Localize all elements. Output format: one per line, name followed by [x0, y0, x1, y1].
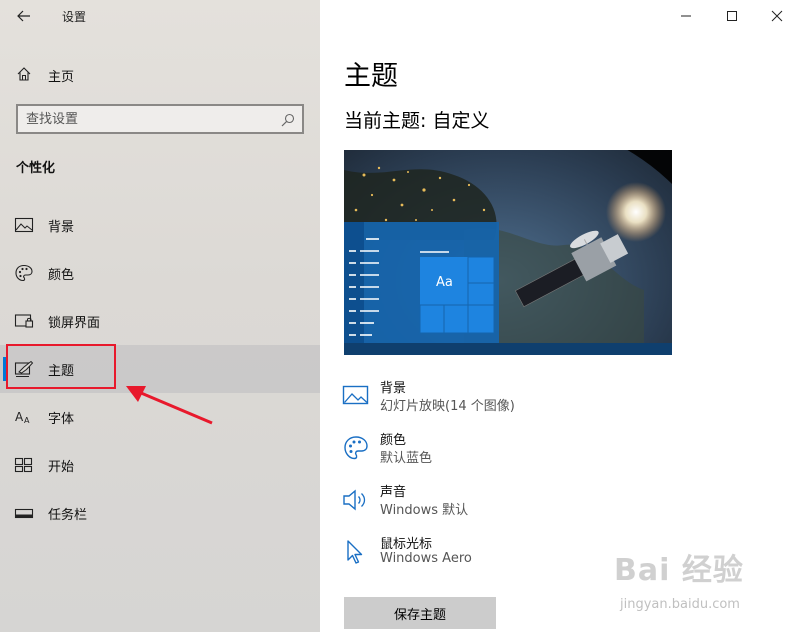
picture-icon	[342, 385, 369, 405]
svg-text:A: A	[15, 410, 24, 424]
theme-option-background[interactable]: 背景 幻灯片放映(14 个图像)	[342, 377, 762, 421]
sidebar-item-themes[interactable]: 主题	[0, 345, 320, 393]
page-title: 主题	[344, 61, 398, 92]
maximize-button[interactable]	[709, 0, 755, 32]
theme-option-mouse-cursor[interactable]: 鼠标光标 Windows Aero	[342, 533, 762, 577]
title-bar: 设置	[0, 0, 320, 32]
minimize-button[interactable]	[663, 0, 709, 32]
theme-option-colors[interactable]: 颜色 默认蓝色	[342, 429, 762, 473]
sidebar-item-start[interactable]: 开始	[0, 445, 320, 485]
theme-preview[interactable]: Aa	[344, 150, 672, 355]
option-value: 幻灯片放映(14 个图像)	[380, 399, 515, 414]
sidebar-item-label: 颜色	[48, 268, 75, 283]
sidebar-item-label: 字体	[48, 412, 75, 427]
sidebar-item-label: 背景	[48, 220, 75, 235]
section-title: 个性化	[16, 161, 56, 176]
option-value: Windows 默认	[380, 503, 469, 518]
picture-icon	[14, 217, 34, 233]
back-button[interactable]	[8, 3, 40, 29]
palette-icon	[344, 436, 368, 460]
option-value: Windows Aero	[380, 551, 472, 566]
lock-screen-icon	[14, 314, 34, 328]
save-theme-button[interactable]: 保存主题	[344, 597, 496, 629]
taskbar-icon	[14, 508, 34, 519]
app-title: 设置	[62, 10, 87, 24]
cursor-icon	[347, 540, 363, 564]
sidebar-item-label: 任务栏	[48, 508, 88, 523]
search-icon[interactable]	[280, 112, 296, 128]
option-title: 声音	[380, 485, 407, 500]
selection-indicator	[3, 357, 7, 381]
option-title: 鼠标光标	[380, 537, 433, 552]
option-title: 背景	[380, 381, 407, 396]
theme-brush-icon	[14, 360, 34, 377]
sidebar-item-label: 主题	[48, 364, 75, 379]
sidebar-item-home[interactable]: 主页	[0, 58, 320, 90]
preview-tile-text: Aa	[436, 275, 453, 290]
minimize-icon	[681, 15, 691, 17]
speaker-icon	[343, 489, 366, 511]
close-icon	[771, 10, 783, 22]
close-button[interactable]	[754, 0, 800, 32]
option-value: 默认蓝色	[380, 451, 433, 466]
back-arrow-icon	[17, 10, 30, 22]
sidebar-item-colors[interactable]: 颜色	[0, 253, 320, 293]
sidebar-item-label: 锁屏界面	[48, 316, 101, 331]
home-icon	[17, 67, 31, 81]
sidebar: 设置 主页 个性化 背景 颜色	[0, 0, 320, 632]
maximize-icon	[727, 11, 737, 21]
theme-option-sounds[interactable]: 声音 Windows 默认	[342, 481, 762, 525]
palette-icon	[15, 264, 33, 282]
font-icon: A A	[15, 410, 30, 425]
sidebar-item-label: 开始	[48, 460, 75, 475]
search-box[interactable]	[16, 104, 304, 134]
sidebar-item-background[interactable]: 背景	[0, 205, 320, 245]
main-content: 主题 当前主题: 自定义 Aa 背景 幻灯片放映(14 个图像) 颜色 默认蓝色…	[320, 0, 800, 632]
option-title: 颜色	[380, 433, 407, 448]
current-theme-label: 当前主题: 自定义	[344, 110, 490, 132]
sidebar-item-lock-screen[interactable]: 锁屏界面	[0, 301, 320, 341]
sidebar-item-taskbar[interactable]: 任务栏	[0, 493, 320, 533]
svg-text:A: A	[24, 416, 30, 425]
home-label: 主页	[48, 70, 75, 85]
start-grid-icon	[14, 457, 33, 473]
search-input[interactable]	[26, 110, 266, 128]
sidebar-item-fonts[interactable]: A A 字体	[0, 397, 320, 437]
theme-preview-image	[344, 150, 672, 355]
